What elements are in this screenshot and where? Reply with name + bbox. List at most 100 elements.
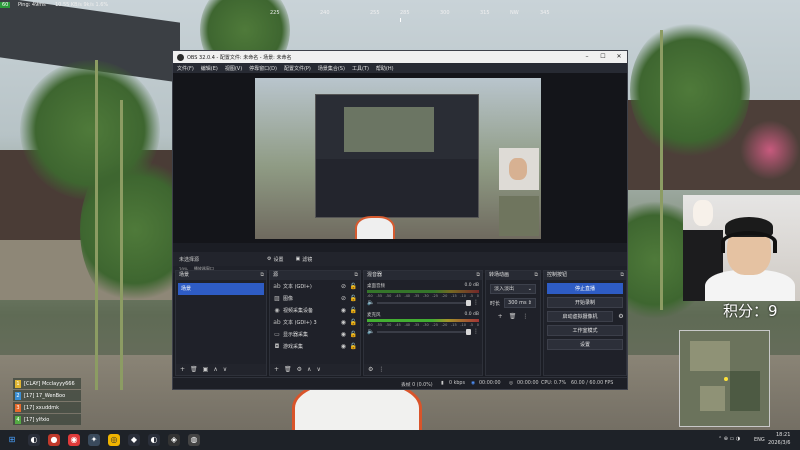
menu-tools[interactable]: 工具(T) <box>352 65 369 72</box>
lock-icon[interactable]: 🔓 <box>350 343 357 350</box>
eye-icon[interactable]: ◉ <box>341 319 346 326</box>
gear-icon[interactable]: ⚙ <box>368 366 373 373</box>
add-icon[interactable]: + <box>180 366 185 373</box>
menu-file[interactable]: 文件(F) <box>177 65 194 72</box>
undock-icon[interactable]: ⧉ <box>476 271 480 280</box>
scale-tick: -30 <box>422 323 429 327</box>
scene-item[interactable]: 场景 <box>178 283 264 295</box>
trash-icon[interactable]: 🗑 <box>284 366 292 373</box>
settings-button[interactable]: 设置 <box>547 339 623 350</box>
slider-knob[interactable] <box>466 329 471 335</box>
menu-profile[interactable]: 配置文件(P) <box>284 65 311 72</box>
undock-icon[interactable]: ⧉ <box>354 271 358 280</box>
compass-label: 345 <box>540 10 550 16</box>
slider-knob[interactable] <box>466 300 471 306</box>
scale-tick: -10 <box>460 294 466 298</box>
obs-icon[interactable]: ◍ <box>188 434 200 446</box>
arrow-down-icon[interactable]: ∨ <box>316 366 320 373</box>
map-region <box>690 341 730 371</box>
dock-title: 源 <box>273 272 279 278</box>
add-icon[interactable]: + <box>498 313 503 320</box>
source-item[interactable]: ab 文本 (GDI+) 3 ◉ 🔓 <box>270 316 360 328</box>
gear-icon[interactable]: ⚙ <box>297 366 302 373</box>
language-indicator[interactable]: ENG <box>754 437 765 450</box>
undock-icon[interactable]: ⧉ <box>620 271 624 280</box>
duration-input[interactable]: 300 ms ⇕ <box>504 298 536 308</box>
status-bar: 丢帧 0 (0.0%) ▮ 0 kbps ◉ 00:00:00 ◎ 00:00:… <box>173 377 627 389</box>
lock-icon[interactable]: 🔓 <box>350 295 357 302</box>
more-icon[interactable]: ⋮ <box>378 366 384 373</box>
lock-icon[interactable]: 🔓 <box>350 283 357 290</box>
more-icon[interactable]: ⋮ <box>473 299 479 306</box>
team-row: 2 [17] 17_WenBoo <box>13 390 81 401</box>
menu-scene-collection[interactable]: 场景集合(S) <box>318 65 345 72</box>
preview-canvas[interactable] <box>255 78 541 239</box>
eye-icon[interactable]: ◉ <box>341 331 346 338</box>
speaker-icon[interactable]: 🔈 <box>367 328 374 335</box>
volume-slider[interactable]: 🔈 ⋮ <box>367 328 479 335</box>
steam-icon[interactable]: ◐ <box>28 434 40 446</box>
speaker-icon[interactable]: 🔈 <box>367 299 374 306</box>
close-icon[interactable]: ✕ <box>611 51 627 63</box>
game-icon[interactable]: ◆ <box>128 434 140 446</box>
volume-slider[interactable]: 🔈 ⋮ <box>367 299 479 306</box>
filters-button[interactable]: ▣ 滤镜 <box>290 253 319 265</box>
arrow-up-icon[interactable]: ∧ <box>307 366 311 373</box>
add-icon[interactable]: + <box>274 366 279 373</box>
tray-icons[interactable]: ⌃ ⊕ ▭ ◑ <box>718 436 740 450</box>
chrome-icon[interactable]: ◎ <box>108 434 120 446</box>
transition-select-row: 淡入淡出 ⌄ <box>490 284 536 294</box>
undock-icon[interactable]: ⧉ <box>534 271 538 280</box>
stop-streaming-button[interactable]: 停止直播 <box>547 283 623 294</box>
menu-edit[interactable]: 编辑(E) <box>201 65 218 72</box>
menu-view[interactable]: 视图(V) <box>225 65 242 72</box>
arrow-down-icon[interactable]: ∨ <box>223 366 227 373</box>
trash-icon[interactable]: 🗑 <box>509 313 517 320</box>
menu-docks[interactable]: 停靠窗口(D) <box>249 65 277 72</box>
source-item[interactable]: ab 文本 (GDI+) ⊘ 🔓 <box>270 280 360 292</box>
gear-icon[interactable]: ⚙ <box>616 313 626 320</box>
source-item[interactable]: ◘ 游戏采集 ◉ 🔓 <box>270 340 360 352</box>
clock-date[interactable]: 2026/3/6 <box>768 440 790 450</box>
steam-icon[interactable]: ◐ <box>148 434 160 446</box>
stepper-icon: ⇕ <box>527 300 532 306</box>
minimize-icon[interactable]: – <box>579 51 595 63</box>
filter-icon[interactable]: ▣ <box>203 366 209 373</box>
dock-footer: + 🗑 ▣ ∧ ∨ <box>176 364 266 375</box>
eye-icon[interactable]: ◉ <box>341 307 346 314</box>
arrow-up-icon[interactable]: ∧ <box>213 366 217 373</box>
source-item[interactable]: ◉ 视频采集设备 ◉ 🔓 <box>270 304 360 316</box>
transition-select[interactable]: 淡入淡出 ⌄ <box>490 284 536 294</box>
undock-icon[interactable]: ⧉ <box>260 271 264 280</box>
maximize-icon[interactable]: ☐ <box>595 51 611 63</box>
lock-icon[interactable]: 🔓 <box>350 307 357 314</box>
eye-hidden-icon[interactable]: ⊘ <box>341 283 346 290</box>
source-item[interactable]: ▨ 图像 ⊘ 🔓 <box>270 292 360 304</box>
menu-help[interactable]: 帮助(H) <box>376 65 394 72</box>
duration-value: 300 ms <box>508 300 527 306</box>
app-icon[interactable]: ✦ <box>88 434 100 446</box>
more-icon[interactable]: ⋮ <box>473 328 479 335</box>
properties-button[interactable]: ⚙ 设置 <box>261 253 290 265</box>
more-icon[interactable]: ⋮ <box>522 313 528 320</box>
eye-icon[interactable]: ◉ <box>341 343 346 350</box>
start-recording-button[interactable]: 开始录制 <box>547 297 623 308</box>
app-icon[interactable]: ● <box>48 434 60 446</box>
lock-icon[interactable]: 🔓 <box>350 319 357 326</box>
app-icon[interactable]: ◈ <box>168 434 180 446</box>
compass-label: 255 <box>370 10 380 16</box>
netease-icon[interactable]: ◉ <box>68 434 80 446</box>
eye-hidden-icon[interactable]: ⊘ <box>341 295 346 302</box>
studio-mode-button[interactable]: 工作室模式 <box>547 325 623 336</box>
image-icon: ▨ <box>274 294 280 302</box>
transition-tools: + 🗑 ⋮ <box>486 313 540 320</box>
start-virtual-camera-button[interactable]: 启动虚拟摄像机 <box>547 311 613 322</box>
source-item[interactable]: ▭ 显示器采集 ◉ 🔓 <box>270 328 360 340</box>
windows-start-icon[interactable]: ⊞ <box>6 434 18 446</box>
slider-track <box>377 331 469 333</box>
trash-icon[interactable]: 🗑 <box>190 366 198 373</box>
webcam-overlay <box>683 195 800 301</box>
scenes-dock: 场景 ⧉ 场景 + 🗑 ▣ ∧ ∨ <box>175 270 267 376</box>
lock-icon[interactable]: 🔓 <box>350 331 357 338</box>
source-label: 游戏采集 <box>283 343 304 350</box>
